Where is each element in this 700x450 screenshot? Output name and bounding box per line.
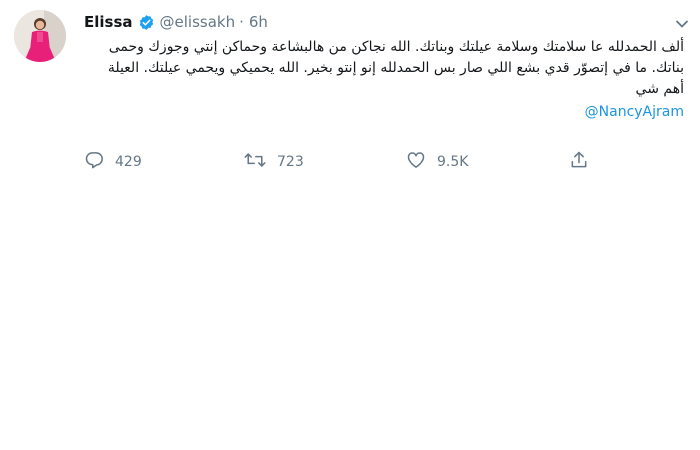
- share-icon: [569, 150, 589, 174]
- reply-button[interactable]: 429: [84, 150, 142, 174]
- mention-link[interactable]: @NancyAjram: [84, 102, 684, 123]
- retweet-icon: [244, 150, 266, 174]
- avatar-image: [14, 10, 66, 62]
- retweet-count: 723: [277, 154, 304, 170]
- author-name[interactable]: Elissa: [84, 13, 133, 31]
- heart-icon: [406, 150, 426, 174]
- chevron-down-icon[interactable]: [674, 15, 690, 28]
- separator-dot: ·: [239, 13, 244, 31]
- author-handle[interactable]: @elissakh: [160, 13, 236, 31]
- retweet-button[interactable]: 723: [244, 150, 304, 174]
- like-count: 9.5K: [437, 154, 469, 170]
- reply-count: 429: [115, 154, 142, 170]
- verified-badge-icon: [138, 14, 155, 31]
- tweet-body: ألف الحمدلله عا سلامتك وسلامة عيلتك وبنا…: [84, 37, 684, 123]
- tweet-header: Elissa @elissakh · 6h: [84, 12, 686, 32]
- reply-icon: [84, 150, 104, 174]
- avatar[interactable]: [14, 10, 66, 62]
- tweet-actions: 429 723 9.5K: [84, 150, 604, 174]
- tweet-text: ألف الحمدلله عا سلامتك وسلامة عيلتك وبنا…: [107, 39, 684, 97]
- timestamp[interactable]: 6h: [249, 13, 268, 31]
- like-button[interactable]: 9.5K: [406, 150, 468, 174]
- share-button[interactable]: [569, 150, 589, 174]
